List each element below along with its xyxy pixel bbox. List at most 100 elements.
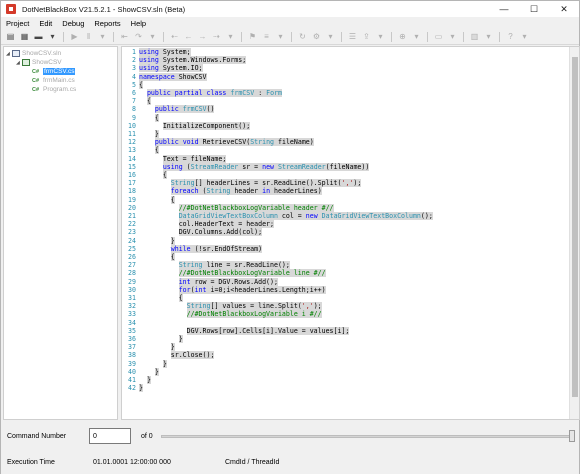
code-line[interactable]: 20 //#DotNetBlackboxLogVariable header #… (122, 203, 579, 212)
code-line[interactable]: 22 col.HeaderText = header; (122, 220, 579, 228)
code-line[interactable]: 4 namespace ShowCSV (122, 72, 579, 81)
menu-debug[interactable]: Debug (57, 19, 89, 28)
dropdown-arrow-icon[interactable]: ▾ (483, 31, 494, 42)
code-line[interactable]: 21 DataGridViewTextBoxColumn col = new D… (122, 212, 579, 220)
code-line[interactable]: 8 public frmCSV() (122, 105, 579, 113)
maximize-button[interactable]: ☐ (519, 1, 549, 17)
refresh-icon[interactable]: ↻ (297, 31, 308, 42)
dropdown-arrow-icon[interactable]: ▾ (97, 31, 108, 42)
step-over-icon[interactable]: ↷ (133, 31, 144, 42)
dropdown-arrow-icon[interactable]: ▾ (147, 31, 158, 42)
tree-file-frmmain[interactable]: C# frmMain.cs (32, 76, 75, 85)
help-icon[interactable]: ? (505, 31, 516, 42)
dropdown-arrow-icon[interactable]: ▾ (375, 31, 386, 42)
code-line[interactable]: 28 //#DotNetBlackboxLogVariable line #// (122, 269, 579, 277)
dropdown-arrow-icon[interactable]: ▾ (519, 31, 530, 42)
code-text: int row = DGV.Rows.Add(); (138, 277, 579, 286)
report-icon[interactable]: ☰ (347, 31, 358, 42)
solution-explorer[interactable]: ◢ ShowCSV.sln ◢ ShowCSV C# frmCSV.cs C# … (3, 46, 118, 420)
code-line[interactable]: 15 using (StreamReader sr = new StreamRe… (122, 162, 579, 171)
code-line[interactable]: 31 { (122, 294, 579, 302)
prev-icon[interactable]: ← (183, 31, 194, 42)
tree-solution[interactable]: ◢ ShowCSV.sln (6, 49, 61, 58)
new-project-icon[interactable]: ▤ (5, 31, 16, 42)
open-folder-icon[interactable]: ▬ (33, 31, 44, 42)
step-back-icon[interactable]: ⇤ (119, 31, 130, 42)
code-line[interactable]: 25 while (!sr.EndOfStream) (122, 244, 579, 253)
export-icon[interactable]: ⇪ (361, 31, 372, 42)
code-line[interactable]: 27 String line = sr.ReadLine(); (122, 261, 579, 269)
code-line[interactable]: 12 public void RetrieveCSV(String fileNa… (122, 138, 579, 147)
code-editor[interactable]: 1 using System; 2 using System.Windows.Form… (121, 46, 580, 420)
command-slider[interactable] (161, 435, 573, 438)
code-line[interactable]: 13 { (122, 146, 579, 154)
first-icon[interactable]: ⇠ (169, 31, 180, 42)
title-bar[interactable]: DotNetBlackBox V21.5.2.1 - ShowCSV.sln (… (1, 1, 579, 17)
code-line[interactable]: 32 String[] values = line.Split(','); (122, 302, 579, 310)
code-line[interactable]: 3 using System.IO; (122, 64, 579, 72)
code-text: public void RetrieveCSV(String fileName) (138, 138, 579, 147)
pause-icon[interactable]: ‖ (83, 31, 94, 42)
code-line[interactable]: 9 { (122, 113, 579, 122)
code-line[interactable]: 41 } (122, 376, 579, 384)
command-slider-thumb[interactable] (569, 430, 575, 442)
scroll-thumb[interactable] (572, 57, 578, 397)
code-line[interactable]: 39 } (122, 359, 579, 368)
close-button[interactable]: ✕ (549, 1, 579, 17)
zoom-icon[interactable]: ⊕ (397, 31, 408, 42)
code-line[interactable]: 33 //#DotNetBlackboxLogVariable i #// (122, 310, 579, 318)
menu-help[interactable]: Help (126, 19, 151, 28)
menu-reports[interactable]: Reports (89, 19, 125, 28)
variable-icon[interactable]: ≡ (261, 31, 272, 42)
dropdown-arrow-icon[interactable]: ▾ (275, 31, 286, 42)
code-line[interactable]: 36 } (122, 335, 579, 343)
code-line[interactable]: 35 DGV.Rows[row].Cells[i].Value = values… (122, 326, 579, 335)
command-number-input[interactable] (89, 428, 131, 444)
minimize-button[interactable]: — (489, 1, 519, 17)
code-line[interactable]: 42} (122, 384, 579, 392)
code-line[interactable]: 37 } (122, 343, 579, 351)
vertical-scrollbar[interactable] (569, 47, 579, 419)
layout-icon[interactable]: ▥ (469, 31, 480, 42)
open-project-icon[interactable]: ▦ (19, 31, 30, 42)
code-line[interactable]: 11 } (122, 130, 579, 138)
code-line[interactable]: 2 using System.Windows.Forms; (122, 56, 579, 64)
dropdown-arrow-icon[interactable]: ▾ (411, 31, 422, 42)
code-text-content: public partial class frmCSV : Form (146, 89, 283, 97)
next-icon[interactable]: → (197, 31, 208, 42)
window-icon[interactable]: ▭ (433, 31, 444, 42)
code-line[interactable]: 30 for(int i=0;i<headerLines.Length;i++) (122, 285, 579, 294)
code-line[interactable]: 23 DGV.Columns.Add(col); (122, 228, 579, 236)
code-line[interactable]: 19 { (122, 195, 579, 204)
code-line[interactable]: 6 public partial class frmCSV : Form (122, 89, 579, 97)
tree-file-program[interactable]: C# Program.cs (32, 85, 76, 94)
code-line[interactable]: 29 int row = DGV.Rows.Add(); (122, 277, 579, 286)
dropdown-arrow-icon[interactable]: ▾ (47, 31, 58, 42)
dropdown-arrow-icon[interactable]: ▾ (447, 31, 458, 42)
solution-icon (12, 50, 20, 57)
code-line[interactable]: 38 sr.Close(); (122, 351, 579, 359)
code-line[interactable]: 40 } (122, 367, 579, 376)
code-line[interactable]: 26 { (122, 253, 579, 261)
code-line[interactable]: 24 } (122, 236, 579, 245)
code-line[interactable]: 18 foreach (String header in headerLines… (122, 187, 579, 195)
last-icon[interactable]: ⇢ (211, 31, 222, 42)
bookmark-icon[interactable]: ⚑ (247, 31, 258, 42)
code-line[interactable]: 14 Text = fileName; (122, 154, 579, 163)
code-line[interactable]: 7 { (122, 97, 579, 105)
run-icon[interactable]: ▶ (69, 31, 80, 42)
code-line[interactable]: 34 (122, 319, 579, 327)
menu-edit[interactable]: Edit (34, 19, 57, 28)
code-line[interactable]: 1 using System; (122, 48, 579, 56)
settings-icon[interactable]: ⚙ (311, 31, 322, 42)
code-line[interactable]: 17 String[] headerLines = sr.ReadLine().… (122, 179, 579, 187)
code-line[interactable]: 16 { (122, 171, 579, 179)
tree-project[interactable]: ◢ ShowCSV (16, 58, 62, 67)
menu-project[interactable]: Project (1, 19, 34, 28)
dropdown-arrow-icon[interactable]: ▾ (225, 31, 236, 42)
tree-file-frmcsv[interactable]: C# frmCSV.cs (32, 67, 76, 76)
dropdown-arrow-icon[interactable]: ▾ (325, 31, 336, 42)
code-line[interactable]: 10 InitializeComponent(); (122, 121, 579, 130)
code-line[interactable]: 5{ (122, 80, 579, 89)
